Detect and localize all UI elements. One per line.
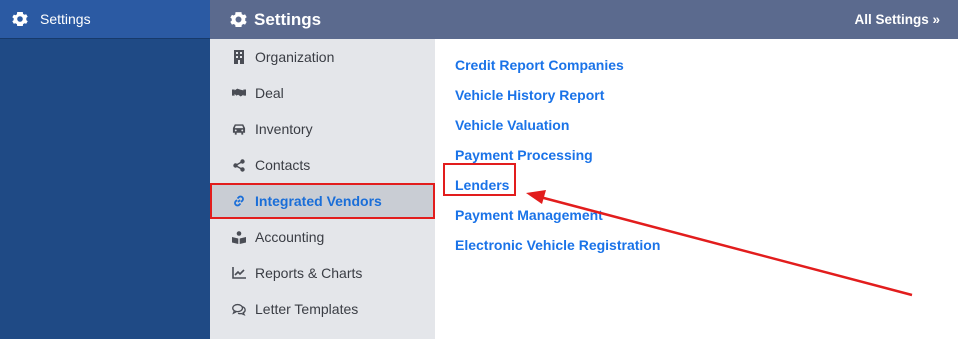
car-icon <box>232 122 246 136</box>
category-label: Integrated Vendors <box>255 193 382 209</box>
sidebar-item-label: Settings <box>40 11 91 27</box>
gear-icon <box>12 11 28 27</box>
link-electronic-vehicle-registration[interactable]: Electronic Vehicle Registration <box>435 230 958 260</box>
settings-header: Settings All Settings » <box>210 0 958 39</box>
gear-icon <box>230 11 247 28</box>
category-integrated-vendors[interactable]: Integrated Vendors <box>210 183 435 219</box>
lenders-highlight-box <box>443 163 516 196</box>
category-label: Reports & Charts <box>255 265 363 281</box>
category-label: Letter Templates <box>255 301 359 317</box>
link-vehicle-valuation[interactable]: Vehicle Valuation <box>435 110 958 140</box>
link-payment-management[interactable]: Payment Management <box>435 200 958 230</box>
category-reports-charts[interactable]: Reports & Charts <box>210 255 435 291</box>
category-inventory[interactable]: Inventory <box>210 111 435 147</box>
page-title: Settings <box>230 10 321 30</box>
link-vehicle-history-report[interactable]: Vehicle History Report <box>435 80 958 110</box>
comments-icon <box>232 302 246 316</box>
book-reader-icon <box>232 230 246 244</box>
category-organization[interactable]: Organization <box>210 39 435 75</box>
category-label: Deal <box>255 85 284 101</box>
category-accounting[interactable]: Accounting <box>210 219 435 255</box>
category-label: Inventory <box>255 121 313 137</box>
link-credit-report-companies[interactable]: Credit Report Companies <box>435 50 958 80</box>
sidebar-item-settings[interactable]: Settings <box>0 0 210 39</box>
link-icon <box>232 194 246 208</box>
category-label: Contacts <box>255 157 311 173</box>
building-icon <box>232 50 246 64</box>
share-icon <box>232 158 246 172</box>
settings-category-menu: Organization Deal Inventory Contacts Int… <box>210 39 435 339</box>
page-title-text: Settings <box>254 9 322 29</box>
category-letter-templates[interactable]: Letter Templates <box>210 291 435 327</box>
handshake-icon <box>232 86 246 100</box>
category-label: Accounting <box>255 229 325 245</box>
category-contacts[interactable]: Contacts <box>210 147 435 183</box>
all-settings-link[interactable]: All Settings » <box>854 12 940 27</box>
line-chart-icon <box>232 266 246 280</box>
category-deal[interactable]: Deal <box>210 75 435 111</box>
app-sidebar: Settings <box>0 0 210 339</box>
category-label: Organization <box>255 49 335 65</box>
